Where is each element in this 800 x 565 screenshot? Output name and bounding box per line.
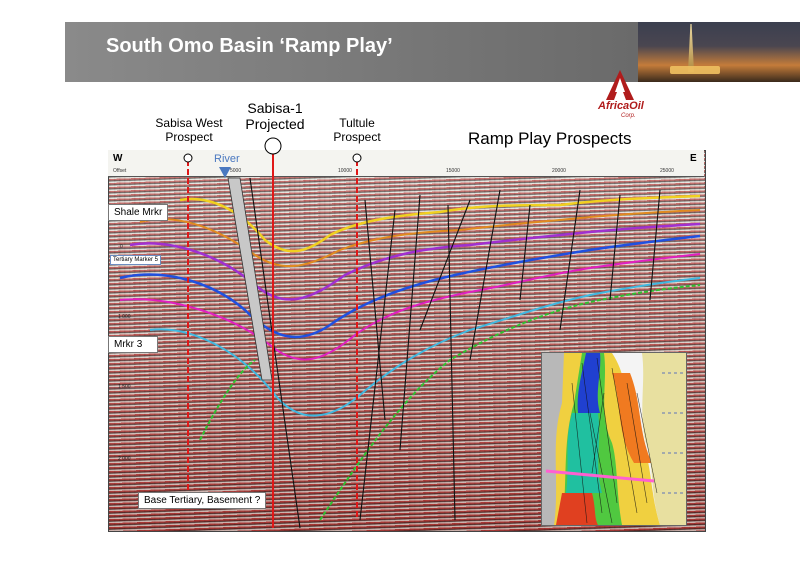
river-arrow-icon: [219, 167, 231, 178]
tertiary-marker-label: Tertiary Marker 5: [110, 255, 162, 265]
shale-marker-label: Shale Mrkr: [108, 204, 169, 221]
tultule-marker: [352, 153, 362, 163]
inset-map: [541, 352, 687, 526]
sabisa-west-marker: [183, 153, 193, 163]
inset-map-graphic: [542, 353, 686, 525]
basement-label: Base Tertiary, Basement ?: [138, 492, 267, 509]
sabisa-1-marker: [264, 137, 282, 155]
mrkr3-label: Mrkr 3: [108, 336, 158, 353]
river-label: River: [214, 153, 240, 165]
horizon-yellow: [179, 194, 701, 253]
fault-wedge: [227, 177, 273, 381]
